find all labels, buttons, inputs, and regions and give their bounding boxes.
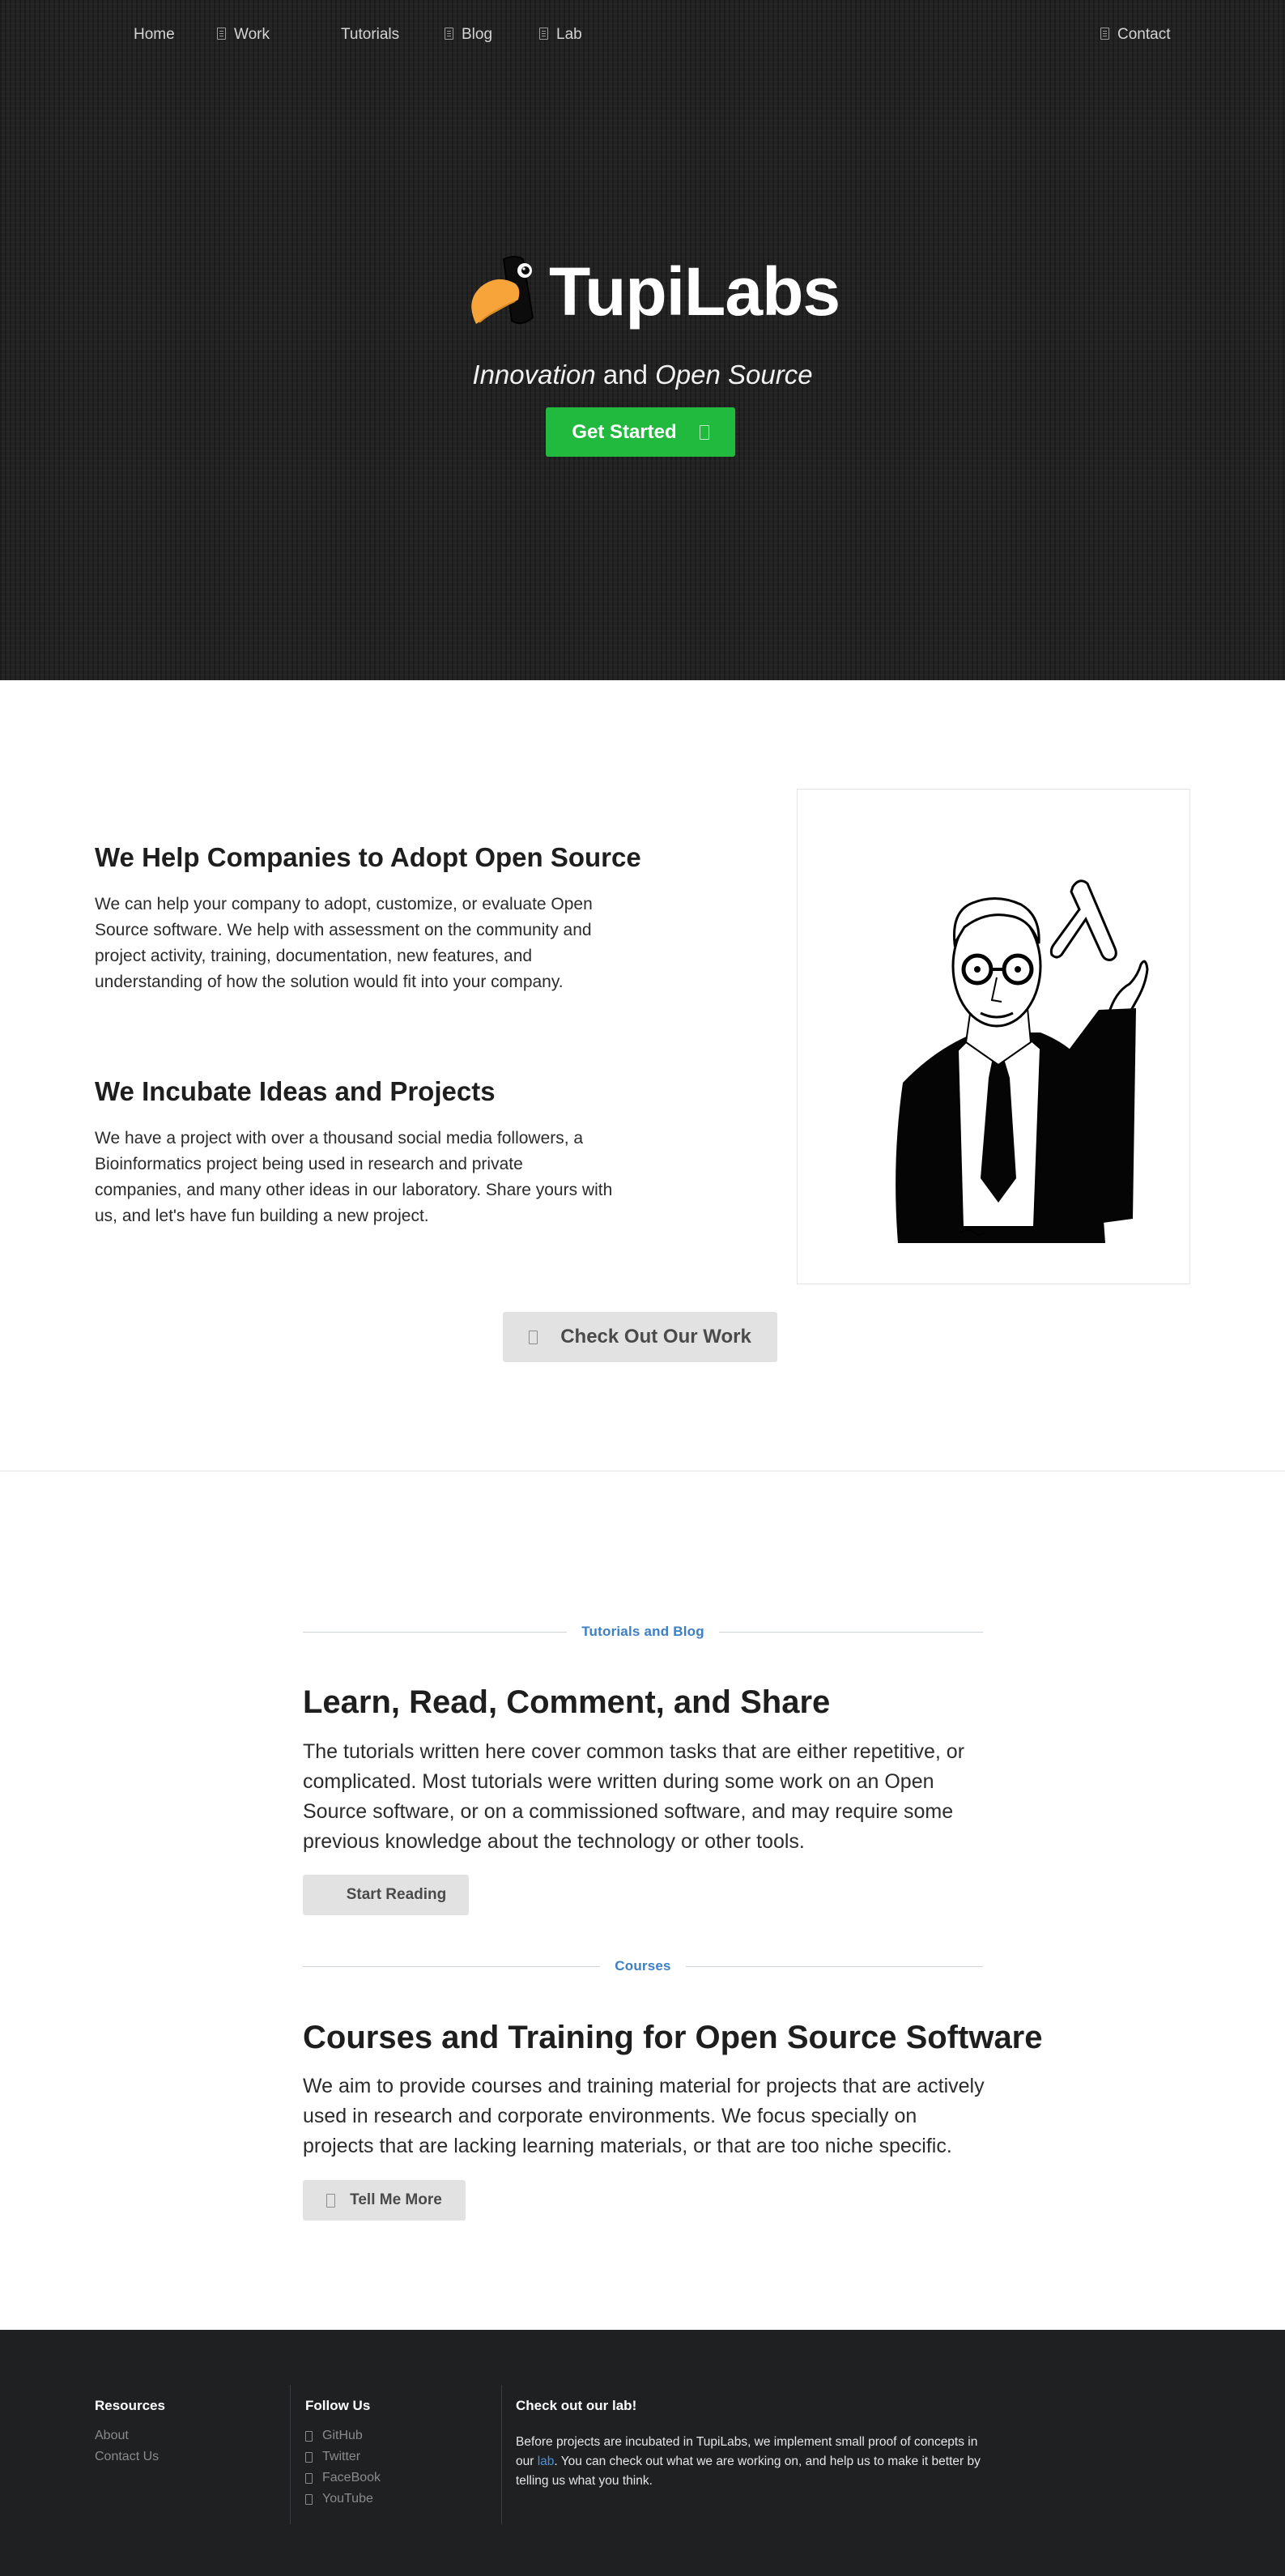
tutorials-blog-label: Tutorials and Blog	[303, 1622, 983, 1641]
arrow-right-icon	[699, 424, 709, 440]
get-started-button[interactable]: Get Started	[546, 407, 735, 457]
courses-label: Courses	[303, 1956, 983, 1976]
check-out-work-button[interactable]: Check Out Our Work	[503, 1312, 777, 1362]
tell-me-more-label: Tell Me More	[350, 2191, 442, 2208]
nav-lab[interactable]: Lab	[539, 25, 582, 45]
get-started-label: Get Started	[572, 420, 677, 443]
pencil-icon	[445, 27, 453, 40]
toucan-icon	[471, 256, 534, 325]
briefcase-icon	[217, 27, 226, 40]
incubate-text: We have a project with over a thousand s…	[95, 1129, 613, 1225]
twitter-icon	[305, 2451, 313, 2463]
adopt-heading: We Help Companies to Adopt Open Source	[95, 842, 641, 872]
courses-text: We aim to provide courses and training m…	[303, 2075, 985, 2157]
footer-lab-heading: Check out our lab!	[516, 2398, 637, 2413]
logo[interactable]: TupiLabs	[465, 253, 840, 342]
nav-lab-label: Lab	[556, 26, 582, 43]
youtube-icon	[305, 2493, 313, 2505]
footer-lab-link[interactable]: lab	[538, 2455, 555, 2468]
nav-work-label: Work	[234, 26, 270, 43]
incubate-heading: We Incubate Ideas and Projects	[95, 1076, 496, 1106]
footer-link-github[interactable]: GitHub	[305, 2429, 363, 2443]
adopt-text: We can help your company to adopt, custo…	[95, 895, 593, 991]
footer-link-twitter[interactable]: Twitter	[305, 2450, 360, 2464]
courses-heading: Courses and Training for Open Source Sof…	[303, 2020, 1043, 2055]
nav-blog[interactable]: Blog	[445, 25, 492, 45]
nav-work[interactable]: Work	[217, 25, 270, 45]
logo-wordmark: TupiLabs	[549, 253, 840, 330]
facebook-icon	[305, 2472, 313, 2484]
check-out-work-label: Check Out Our Work	[560, 1326, 751, 1348]
briefcase-icon	[529, 1330, 538, 1344]
tell-me-more-button[interactable]: Tell Me More	[303, 2180, 466, 2220]
footer-link-facebook-label: FaceBook	[322, 2471, 381, 2484]
label-rule-left	[303, 1965, 601, 1967]
envelope-icon	[1100, 27, 1109, 40]
flask-icon	[539, 27, 548, 40]
footer-lab-text-part2: . You can check out what we are working …	[516, 2455, 981, 2488]
footer-link-about[interactable]: About	[95, 2429, 129, 2443]
footer-link-github-label: GitHub	[322, 2429, 363, 2442]
footer-resources-heading: Resources	[95, 2398, 165, 2413]
professor-drawing	[896, 879, 1149, 1243]
nav-tutorials-label: Tutorials	[341, 26, 400, 43]
hero-section: Home Work Tutorials Blog Lab Contact Tup…	[0, 0, 1285, 680]
footer-follow-heading: Follow Us	[305, 2398, 371, 2413]
nav-blog-label: Blog	[462, 26, 493, 43]
footer-separator	[501, 2385, 502, 2524]
start-reading-label: Start Reading	[346, 1886, 447, 1903]
courses-label-text: Courses	[615, 1958, 671, 1974]
tagline-innovation: Innovation	[472, 360, 596, 390]
nav-home[interactable]: Home	[134, 25, 175, 45]
label-rule-right	[685, 1965, 983, 1967]
github-icon	[305, 2430, 313, 2442]
nav-contact[interactable]: Contact	[1100, 25, 1170, 45]
footer-link-contact-us[interactable]: Contact Us	[95, 2450, 159, 2464]
graduation-cap-icon	[326, 2193, 336, 2208]
footer-link-twitter-label: Twitter	[322, 2450, 361, 2463]
footer-lab-text: Before projects are incubated in TupiLab…	[516, 2433, 985, 2491]
tagline-open-source: Open Source	[655, 360, 813, 390]
blog-heading: Learn, Read, Comment, and Share	[303, 1684, 831, 1720]
nav-contact-label: Contact	[1117, 26, 1171, 43]
start-reading-button[interactable]: Start Reading	[303, 1875, 469, 1915]
tagline-and: and	[595, 360, 656, 390]
nav-tutorials[interactable]: Tutorials	[341, 25, 399, 45]
tutorials-blog-label-text: Tutorials and Blog	[581, 1624, 704, 1639]
label-rule-right	[718, 1631, 983, 1633]
lambda-professor-illustration	[797, 789, 1190, 1284]
label-rule-left	[303, 1631, 568, 1633]
footer-link-facebook[interactable]: FaceBook	[305, 2471, 381, 2485]
nav-home-label: Home	[134, 26, 175, 43]
footer-link-youtube[interactable]: YouTube	[305, 2492, 373, 2506]
footer-separator	[290, 2385, 291, 2524]
hero-tagline: Innovation and Open Source	[0, 360, 1285, 390]
blog-text: The tutorials written here cover common …	[303, 1740, 965, 1853]
footer-link-youtube-label: YouTube	[322, 2492, 373, 2506]
